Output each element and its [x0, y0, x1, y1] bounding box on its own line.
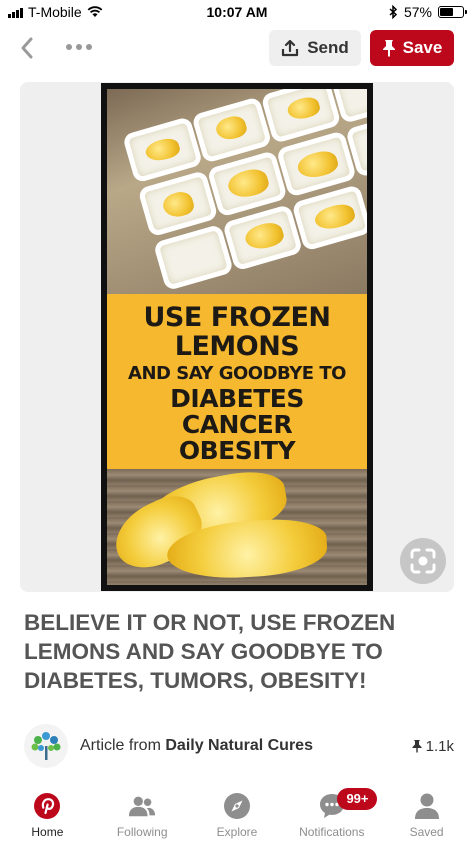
pin-image[interactable]: USE FROZEN LEMONS AND SAY GOODBYE TO DIA… [101, 83, 373, 591]
source-prefix: Article from [80, 737, 161, 754]
banner-line-3: AND SAY GOODBYE TO [128, 363, 346, 385]
tab-saved-label: Saved [409, 825, 444, 839]
send-label: Send [307, 38, 349, 57]
lemon-wedges-photo [107, 465, 367, 585]
lens-icon [410, 548, 436, 574]
bottom-tab-bar: Home Following Explore 99+ Notifications… [0, 782, 474, 842]
profile-icon [413, 792, 441, 820]
tab-explore[interactable]: Explore [190, 782, 285, 842]
tab-notifications-label: Notifications [299, 825, 365, 839]
visual-search-button[interactable] [400, 538, 446, 584]
pin-title: BELIEVE IT OR NOT, USE FROZEN LEMONS AND… [24, 610, 396, 693]
banner-line-1: USE FROZEN [143, 302, 331, 334]
banner-line-5: CANCER [181, 410, 293, 440]
tab-saved[interactable]: Saved [379, 782, 474, 842]
tab-home[interactable]: Home [0, 782, 95, 842]
source-name[interactable]: Daily Natural Cures [165, 737, 313, 754]
pinterest-logo-icon [33, 792, 61, 820]
pushpin-count-icon [412, 740, 422, 753]
source-text[interactable]: Article from Daily Natural Cures [80, 737, 313, 755]
banner-line-6: OBESITY [178, 436, 296, 466]
source-avatar[interactable] [24, 724, 68, 768]
top-nav: Send Save [0, 28, 474, 68]
battery-percent: 57% [403, 4, 432, 20]
save-count: 1.1k [412, 738, 454, 755]
status-bar: T-Mobile 10:07 AM 57% [0, 0, 474, 24]
pin-source[interactable]: Article from Daily Natural Cures 1.1k [24, 722, 454, 770]
banner-line-4: DIABETES [170, 383, 304, 413]
more-options-icon[interactable] [66, 44, 92, 50]
send-button[interactable]: Send [269, 30, 361, 66]
back-arrow-icon[interactable] [14, 34, 42, 62]
battery-icon [438, 6, 467, 18]
share-icon [282, 39, 299, 57]
notifications-badge: 99+ [337, 788, 378, 810]
save-label: Save [402, 38, 443, 57]
status-right: 57% [389, 4, 467, 20]
banner-line-2: LEMONS [174, 330, 300, 362]
ice-tray-photo [107, 89, 367, 294]
save-button[interactable]: Save [370, 30, 454, 66]
tab-home-label: Home [31, 825, 64, 839]
save-count-value: 1.1k [425, 737, 454, 755]
tab-explore-label: Explore [216, 825, 258, 839]
tab-following[interactable]: Following [95, 782, 190, 842]
bluetooth-icon [389, 5, 398, 19]
tree-logo-icon [31, 732, 61, 760]
battery-fill [440, 8, 453, 16]
tab-notifications[interactable]: 99+ Notifications [284, 782, 379, 842]
pin-closeup: USE FROZEN LEMONS AND SAY GOODBYE TO DIA… [20, 82, 454, 592]
pushpin-icon [382, 40, 395, 57]
tab-following-label: Following [116, 825, 168, 839]
pin-banner: USE FROZEN LEMONS AND SAY GOODBYE TO DIA… [107, 294, 367, 469]
compass-icon [223, 792, 251, 820]
people-icon [128, 792, 156, 820]
